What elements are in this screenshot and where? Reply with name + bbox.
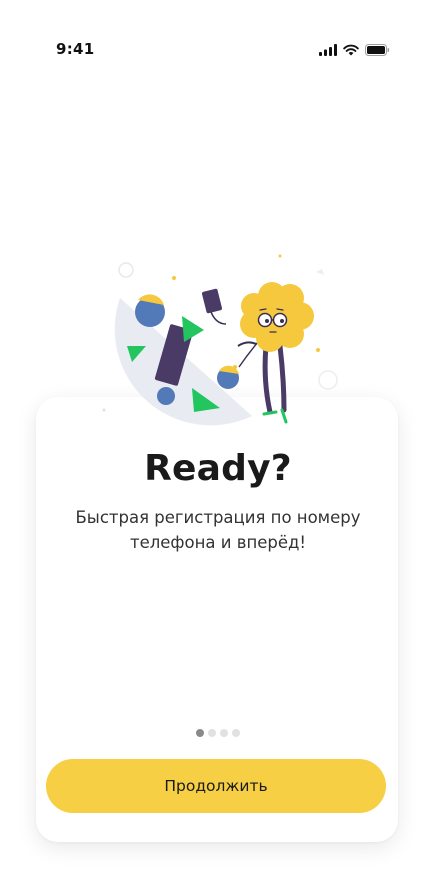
onboarding-subtitle: Быстрая регистрация по номеру телефона и… [75,508,361,552]
status-icons [319,41,390,60]
page-indicator [0,729,436,737]
wifi-icon [343,41,359,60]
continue-button[interactable]: Продолжить [46,759,386,813]
cellular-signal-icon [319,41,337,60]
status-bar: 9:41 [0,0,436,60]
character-with-shapes-illustration [102,254,338,426]
page-dot [220,729,228,737]
page-dot [196,729,204,737]
onboarding-title: Ready? [144,448,292,489]
page-dot [232,729,240,737]
status-time: 9:41 [56,40,95,58]
page-dot [208,729,216,737]
battery-icon [365,41,390,60]
